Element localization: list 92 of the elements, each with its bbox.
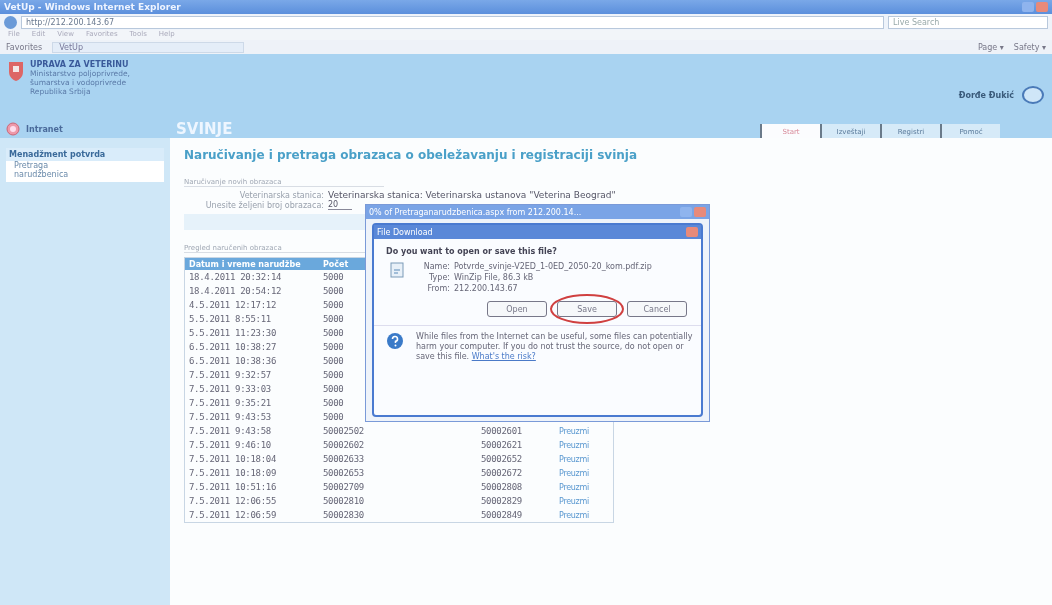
search-field[interactable]: Live Search — [888, 15, 1048, 29]
dialog-title: File Download — [377, 227, 433, 237]
sidebar-heading: Menadžment potvrda — [6, 148, 164, 161]
table-cell: 50002830 — [323, 510, 364, 520]
user-name: Đorđe Đukić — [958, 90, 1014, 100]
crest-icon — [8, 60, 24, 82]
table-cell: 50002652 — [481, 454, 522, 464]
field-label: Veterinarska stanica: — [238, 190, 324, 200]
organization-name: UPRAVA ZA VETERINU — [30, 60, 130, 69]
window-title: VetUp - Windows Internet Explorer — [4, 2, 181, 12]
dialog-button[interactable]: Open — [487, 301, 547, 317]
section-title: SVINJE — [176, 120, 233, 138]
dialog-question: Do you want to open or save this file? — [386, 247, 558, 256]
warning-text: While files from the Internet can be useful, some files can potentially harm your computer. If you do not trust the source, do not open or save this file. What's the risk? — [416, 332, 693, 362]
table-cell: 6.5.2011 10:38:36 — [184, 354, 319, 368]
table-cell: 5000 — [323, 300, 344, 310]
address-field[interactable]: http://212.200.143.67 — [21, 15, 884, 29]
minimize-button[interactable] — [1022, 2, 1034, 12]
table-cell: 7.5.2011 9:43:53 — [184, 410, 319, 424]
table-cell: 50002502 — [323, 426, 364, 436]
table-cell: 50002633 — [323, 454, 364, 464]
column-header: Datum i vreme narudžbe — [184, 257, 319, 270]
back-button[interactable] — [4, 15, 17, 29]
download-link[interactable]: Preuzmi — [559, 511, 589, 520]
table-cell: 5000 — [323, 314, 344, 324]
table-cell: 50002849 — [481, 510, 522, 520]
table-cell: 5000 — [323, 342, 344, 352]
table-cell: 7.5.2011 10:18:04 — [184, 452, 319, 466]
table-cell: 50002601 — [481, 426, 522, 436]
download-link[interactable]: Preuzmi — [559, 497, 589, 506]
file-icon — [388, 262, 406, 278]
table-cell: 5000 — [323, 370, 344, 380]
table-cell: 7.5.2011 9:35:21 — [184, 396, 319, 410]
download-link[interactable]: Preuzmi — [559, 469, 589, 478]
sidebar-item[interactable]: Pretraga narudžbenica — [6, 161, 92, 182]
dialog-button[interactable]: Save — [557, 301, 617, 317]
help-icon — [386, 332, 404, 350]
intranet-link[interactable]: Intranet — [26, 124, 63, 134]
table-cell: 4.5.2011 12:17:12 — [184, 298, 319, 312]
field-label: Name: — [422, 262, 451, 271]
table-cell: 7.5.2011 10:18:09 — [184, 466, 319, 480]
table-cell: 7.5.2011 9:32:57 — [184, 368, 319, 382]
table-cell: 50002829 — [481, 496, 522, 506]
table-cell: 7.5.2011 9:33:03 — [184, 382, 319, 396]
table-cell: 7.5.2011 9:46:10 — [184, 438, 319, 452]
table-cell: 7.5.2011 9:43:58 — [184, 424, 319, 438]
window-title: 0% of Pretraganarudzbenica.aspx from 212.200.14... — [369, 207, 582, 217]
field-value: WinZip File, 86.3 kB — [454, 273, 535, 282]
table-cell: 18.4.2011 20:32:14 — [184, 270, 319, 284]
field-value: 212.200.143.67 — [454, 284, 519, 293]
table-cell: 5000 — [323, 272, 344, 282]
table-cell: 50002621 — [481, 440, 522, 450]
favorites-button[interactable]: Favorites — [6, 42, 43, 52]
close-button[interactable] — [694, 207, 706, 217]
intranet-icon — [6, 122, 20, 136]
table-cell: 50002602 — [323, 440, 364, 450]
table-cell: 5000 — [323, 412, 344, 422]
table-cell: 7.5.2011 10:51:16 — [184, 480, 319, 494]
table-cell: 5000 — [323, 286, 344, 296]
logout-button[interactable] — [1022, 86, 1044, 104]
field-label: Unesite željeni broj obrazaca: — [204, 200, 324, 210]
field-label: Type: — [427, 273, 451, 282]
table-cell: 5.5.2011 11:23:30 — [184, 326, 319, 340]
command-button[interactable]: Safety ▾ — [1013, 42, 1046, 52]
download-link[interactable]: Preuzmi — [559, 427, 589, 436]
table-cell: 5000 — [323, 384, 344, 394]
close-button[interactable] — [686, 227, 698, 237]
table-cell: 7.5.2011 12:06:55 — [184, 494, 319, 508]
table-cell: 5000 — [323, 328, 344, 338]
table-cell: 5000 — [323, 398, 344, 408]
dialog-button[interactable]: Cancel — [627, 301, 687, 317]
table-cell: 50002810 — [323, 496, 364, 506]
download-link[interactable]: Preuzmi — [559, 441, 589, 450]
download-link[interactable]: Preuzmi — [559, 455, 589, 464]
table-cell: 18.4.2011 20:54:12 — [184, 284, 319, 298]
field-label: From: — [426, 284, 451, 293]
browser-tab[interactable]: VetUp — [52, 41, 244, 53]
page-heading: Naručivanje i pretraga obrazaca o obeležavanju i registraciji svinja — [184, 148, 639, 162]
close-button[interactable] — [1036, 2, 1048, 12]
table-cell: 50002808 — [481, 482, 522, 492]
table-cell: 50002653 — [323, 468, 364, 478]
table-cell: 50002709 — [323, 482, 364, 492]
table-cell: 7.5.2011 12:06:59 — [184, 508, 319, 523]
table-cell: 5000 — [323, 356, 344, 366]
station-value: Veterinarska stanica: Veterinarska ustanova "Veterina Beograd" — [328, 190, 616, 200]
command-button[interactable]: Page ▾ — [977, 42, 1004, 52]
count-field[interactable]: 20 — [328, 200, 352, 210]
download-link[interactable]: Preuzmi — [559, 483, 589, 492]
risk-link[interactable]: What's the risk? — [471, 352, 536, 361]
table-cell: 6.5.2011 10:38:27 — [184, 340, 319, 354]
table-cell: 50002672 — [481, 468, 522, 478]
table-cell: 5.5.2011 8:55:11 — [184, 312, 319, 326]
